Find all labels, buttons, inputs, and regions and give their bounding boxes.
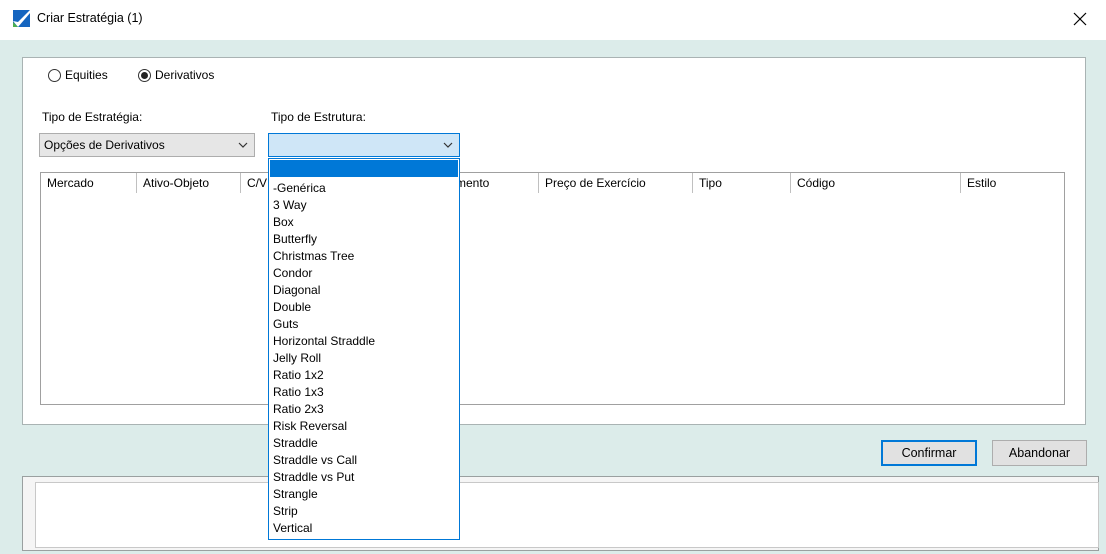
dropdown-option[interactable]: 3 Way [273,197,457,214]
dropdown-option[interactable]: Strip [273,503,457,520]
window-title: Criar Estratégia (1) [37,11,143,25]
confirm-button[interactable]: Confirmar [881,440,977,466]
dropdown-list: -Genérica 3 Way Box Butterfly Christmas … [273,180,457,537]
radio-derivativos-label: Derivativos [155,68,215,82]
dropdown-option[interactable]: Double [273,299,457,316]
dropdown-option[interactable]: Ratio 1x2 [273,367,457,384]
strategy-type-value: Opções de Derivativos [44,138,165,152]
radio-derivativos-circle[interactable] [138,68,151,82]
dropdown-selected-item[interactable] [270,160,458,177]
grid-column-header[interactable]: Código [791,173,961,193]
dropdown-option[interactable]: Ratio 1x3 [273,384,457,401]
cancel-button[interactable]: Abandonar [992,440,1087,466]
dropdown-option[interactable]: Horizontal Straddle [273,333,457,350]
grid-column-header[interactable]: Ativo-Objeto [137,173,241,193]
dropdown-option[interactable]: Jelly Roll [273,350,457,367]
grid-column-header[interactable]: Mercado [41,173,137,193]
structure-type-dropdown[interactable]: -Genérica 3 Way Box Butterfly Christmas … [268,158,460,540]
strategy-type-select[interactable]: Opções de Derivativos [39,133,255,157]
title-bar: Criar Estratégia (1) [0,0,1106,40]
dropdown-option[interactable]: Straddle [273,435,457,452]
grid-column-header[interactable]: Estilo [961,173,1064,193]
app-logo-icon [13,10,30,27]
chevron-down-icon [238,142,248,148]
grid-column-header[interactable]: Tipo [693,173,791,193]
structure-type-select[interactable] [268,133,460,157]
dropdown-option[interactable]: Butterfly [273,231,457,248]
chevron-down-icon [443,142,453,148]
radio-equities[interactable]: Equities [48,68,108,82]
grid-body[interactable] [40,193,1065,405]
radio-derivativos[interactable]: Derivativos [138,68,214,82]
grid-column-header[interactable]: Preço de Exercício [539,173,693,193]
grid-column-header[interactable]: C/V [241,173,271,193]
radio-equities-label: Equities [65,68,108,82]
dropdown-option[interactable]: Straddle vs Call [273,452,457,469]
dropdown-option[interactable]: Box [273,214,457,231]
dropdown-option[interactable]: Straddle vs Put [273,469,457,486]
dropdown-option[interactable]: Guts [273,316,457,333]
close-button[interactable] [1062,4,1098,34]
structure-type-label: Tipo de Estrutura: [271,110,366,124]
dropdown-option[interactable]: Vertical [273,520,457,537]
dropdown-option[interactable]: -Genérica [273,180,457,197]
dropdown-option[interactable]: Condor [273,265,457,282]
radio-equities-circle[interactable] [48,68,61,82]
dropdown-option[interactable]: Christmas Tree [273,248,457,265]
grid-header: Mercado Ativo-Objeto C/V mento Preço de … [40,172,1065,194]
strategy-type-label: Tipo de Estratégia: [42,110,143,124]
close-icon [1073,12,1087,26]
dropdown-option[interactable]: Ratio 2x3 [273,401,457,418]
dropdown-option[interactable]: Strangle [273,486,457,503]
dropdown-option[interactable]: Diagonal [273,282,457,299]
dropdown-option[interactable]: Risk Reversal [273,418,457,435]
background-panel-content [35,482,1099,548]
